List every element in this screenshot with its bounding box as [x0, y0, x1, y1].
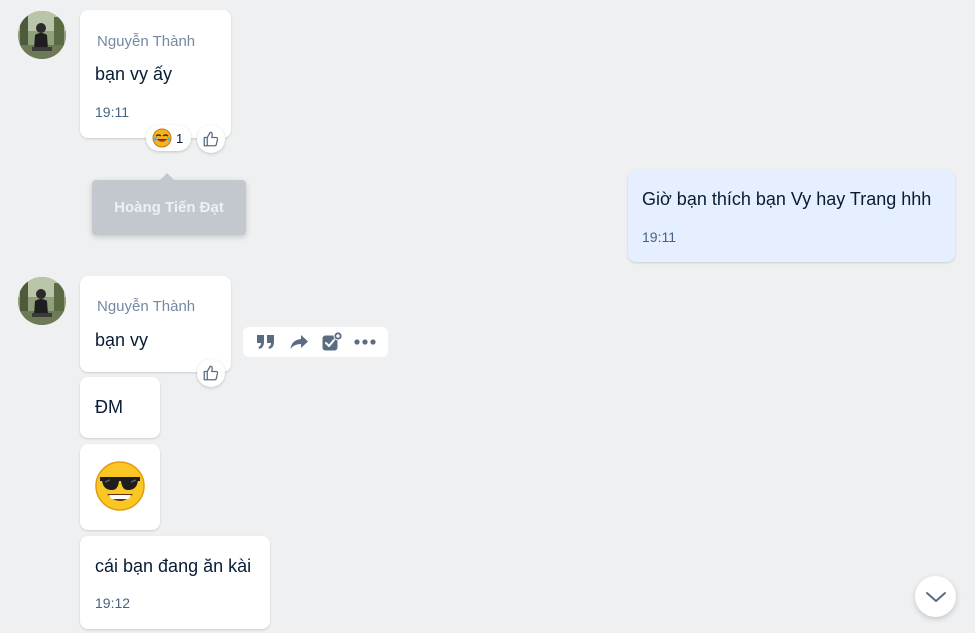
message-bubble[interactable]: Nguyễn Thành bạn vy ấy 19:11 [80, 10, 231, 138]
message-text: cái bạn đang ăn kài [95, 556, 252, 576]
message-text: ĐM [95, 397, 123, 417]
sender-name: Nguyễn Thành [97, 298, 196, 315]
sunglasses-emoji-icon [94, 460, 146, 512]
add-task-icon[interactable] [319, 329, 345, 355]
message-time: 19:12 [95, 595, 131, 611]
message-bubble[interactable]: ĐM [80, 377, 160, 438]
chat-message-area: Nguyễn Thành bạn vy ấy 19:11 1 Hoàng Tiế… [0, 0, 975, 633]
reaction-count: 1 [176, 130, 184, 146]
message-time: 19:11 [642, 229, 676, 245]
scroll-to-bottom-button[interactable] [915, 576, 956, 617]
sticker-bubble[interactable] [80, 444, 160, 530]
thumbs-up-icon [202, 130, 220, 148]
my-message-bubble[interactable]: Giờ bạn thích bạn Vy hay Trang hhh 19:11 [628, 170, 955, 262]
message-text: Giờ bạn thích bạn Vy hay Trang hhh [642, 189, 932, 209]
tooltip-text: Hoàng Tiến Đạt [114, 199, 224, 216]
like-reaction-button[interactable] [197, 359, 225, 387]
sender-name: Nguyễn Thành [97, 33, 196, 50]
message-bubble[interactable]: cái bạn đang ăn kài 19:12 [80, 536, 270, 629]
thumbs-up-icon [202, 364, 220, 382]
message-action-bar [243, 327, 388, 357]
message-bubble[interactable]: Nguyễn Thành bạn vy [80, 276, 231, 372]
chevron-down-icon [925, 590, 947, 604]
message-time: 19:11 [95, 104, 129, 120]
more-icon[interactable] [352, 329, 378, 355]
reaction-tooltip: Hoàng Tiến Đạt [92, 173, 246, 235]
forward-icon[interactable] [286, 329, 312, 355]
like-reaction-button[interactable] [197, 125, 225, 153]
message-text: bạn vy [95, 330, 149, 350]
avatar[interactable] [18, 11, 66, 59]
message-text: bạn vy ấy [95, 64, 173, 84]
quote-icon[interactable] [253, 329, 279, 355]
reaction-summary[interactable]: 1 [146, 125, 191, 151]
laughing-crying-emoji-icon [152, 128, 172, 148]
avatar[interactable] [18, 277, 66, 325]
